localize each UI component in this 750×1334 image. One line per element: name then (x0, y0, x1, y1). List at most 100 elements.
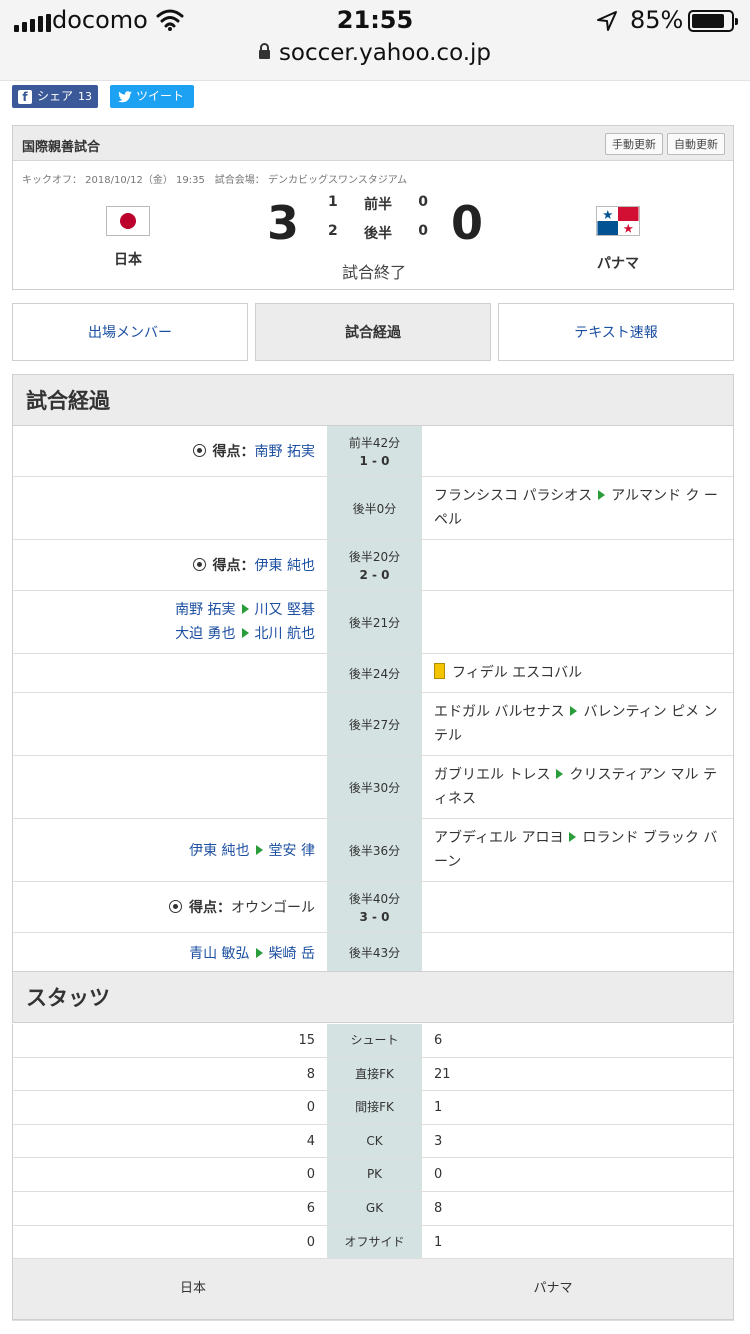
goal-label: 得点： (212, 558, 255, 574)
address-bar[interactable]: soccer.yahoo.co.jp (0, 40, 750, 66)
timeline-away-event: アブディエル アロヨ ロランド ブラック バーン (422, 819, 733, 881)
first-half-score: 1 前半 0 (328, 194, 428, 214)
timeline-home-event: 得点：伊東 純也 (13, 540, 327, 590)
stat-away-value: 6 (434, 1033, 443, 1048)
second-half-away: 0 (418, 223, 428, 239)
table-row: 後半27分 エドガル バルセナス バレンティン ピメ ンテル (13, 693, 733, 756)
timeline-time-cell: 後半43分 (327, 933, 422, 972)
stat-away-value: 3 (434, 1133, 443, 1149)
tab-text-live[interactable]: テキスト速報 (498, 303, 734, 361)
tab-lineup[interactable]: 出場メンバー (12, 303, 248, 361)
timeline-home-event: 南野 拓実 川又 堅碁 大迫 勇也 北川 航也 (13, 591, 327, 653)
timeline-home-event: 青山 敏弘 柴崎 岳 (13, 933, 327, 972)
stats-footer-away: パナマ (533, 1281, 573, 1297)
table-row: 後半24分 フィデル エスコバル (13, 654, 733, 693)
stat-away-value: 1 (434, 1234, 443, 1250)
goal-label: 得点： (212, 444, 255, 460)
substitution-arrow-icon (241, 628, 249, 638)
timeline-away-event (422, 591, 733, 653)
stat-away-value: 1 (434, 1100, 443, 1116)
scoreboard-header: 国際親善試合 手動更新 自動更新 (13, 126, 733, 161)
timeline-home-event: 得点：南野 拓実 (13, 426, 327, 476)
table-row: 得点：南野 拓実 前半42分 1 - 0 (13, 426, 733, 477)
facebook-share-label: シェア (37, 89, 74, 103)
sub-in-player-link[interactable]: 柴崎 岳 (269, 946, 315, 962)
table-row: 6 GK 8 (13, 1191, 733, 1226)
table-row: 4 CK 3 (13, 1124, 733, 1159)
stat-label: オフサイド (327, 1225, 422, 1259)
stat-label: CK (327, 1124, 422, 1158)
sub-out-player: フランシスコ パラシオス (434, 488, 593, 504)
sub-out-player-link[interactable]: 大迫 勇也 (175, 626, 235, 642)
yellow-card-icon (434, 663, 445, 679)
timeline-time-cell: 後半20分 2 - 0 (327, 540, 422, 590)
timeline-home-event (13, 654, 327, 692)
event-time: 後半0分 (352, 501, 397, 516)
sub-in-player-link[interactable]: 北川 航也 (255, 626, 315, 642)
timeline-away-event (422, 426, 733, 476)
table-row: 青山 敏弘 柴崎 岳 後半43分 (13, 933, 733, 972)
timeline-away-event (422, 540, 733, 590)
goal-label: 得点： (189, 900, 231, 916)
url-text: soccer.yahoo.co.jp (278, 40, 492, 66)
table-row: 0 オフサイド 1 (13, 1225, 733, 1260)
first-half-label: 前半 (364, 197, 392, 213)
battery-icon (688, 10, 738, 32)
substitution-arrow-icon (598, 490, 606, 500)
event-time: 後半24分 (348, 666, 401, 681)
timeline-home-event (13, 693, 327, 755)
sub-out-player: ガブリエル トレス (434, 767, 551, 783)
tweet-button[interactable]: ツイート (110, 85, 195, 108)
sub-out-player-link[interactable]: 青山 敏弘 (189, 946, 249, 962)
first-half-home: 1 (328, 194, 338, 210)
table-row: 0 PK 0 (13, 1158, 733, 1192)
substitution-arrow-icon (255, 947, 263, 958)
manual-update-button[interactable]: 手動更新 (605, 133, 663, 155)
second-half-home: 2 (328, 223, 338, 239)
away-team[interactable]: パナマ (583, 206, 653, 273)
event-time: 後半43分 (348, 946, 401, 960)
stat-away-value: 8 (434, 1200, 443, 1216)
goal-scorer-link[interactable]: 伊東 純也 (255, 558, 315, 574)
second-half-score: 2 後半 0 (328, 223, 428, 243)
sub-out-player-link[interactable]: 南野 拓実 (175, 602, 235, 618)
sub-in-player-link[interactable]: 堂安 律 (269, 843, 315, 859)
table-row: 15 シュート 6 (13, 1024, 733, 1058)
event-time: 後半27分 (348, 717, 401, 732)
table-row: 得点：オウンゴール 後半40分 3 - 0 (13, 882, 733, 933)
timeline-table: 得点：南野 拓実 前半42分 1 - 0 後半0分 フランシスコ パラシオス アル… (12, 426, 734, 973)
kickoff-info: キックオフ： 2018/10/12（金） 19:35 試合会場： デンカビッグス… (22, 175, 408, 186)
facebook-share-button[interactable]: f シェア 13 (12, 85, 99, 108)
sub-out-player-link[interactable]: 伊東 純也 (189, 843, 249, 859)
away-score: 0 (451, 196, 484, 250)
timeline-heading: 試合経過 (12, 374, 734, 426)
timeline-time-cell: 後半21分 (327, 591, 422, 653)
timeline-away-event (422, 933, 733, 972)
match-tabs: 出場メンバー 試合経過 テキスト速報 (12, 303, 734, 361)
auto-update-button[interactable]: 自動更新 (667, 133, 725, 155)
sub-in-player-link[interactable]: 川又 堅碁 (255, 602, 315, 618)
table-row: 8 直接FK 21 (13, 1057, 733, 1092)
first-half-away: 0 (418, 194, 428, 210)
stat-home-value: 8 (306, 1066, 315, 1082)
timeline-time-cell: 前半42分 1 - 0 (327, 426, 422, 476)
share-row: f シェア 13 ツイート (12, 85, 195, 108)
goal-scorer-link[interactable]: 南野 拓実 (255, 444, 315, 460)
stat-away-value: 21 (434, 1066, 451, 1082)
event-score: 3 - 0 (359, 910, 390, 924)
event-score: 1 - 0 (359, 454, 390, 468)
substitution-arrow-icon (255, 845, 263, 855)
event-time: 後半20分 (348, 550, 401, 564)
stat-away-value: 0 (434, 1167, 443, 1183)
battery-fill (692, 14, 724, 28)
stat-home-value: 0 (306, 1234, 315, 1250)
battery-percent: 85% (630, 6, 684, 34)
stat-label: GK (327, 1191, 422, 1225)
timeline-time-cell: 後半30分 (327, 756, 422, 818)
stat-home-value: 6 (306, 1200, 315, 1216)
substitution-arrow-icon (569, 832, 577, 842)
soccer-ball-icon (192, 558, 206, 571)
japan-flag-icon (106, 206, 150, 236)
stats-table: 15 シュート 6 8 直接FK 21 0 間接FK 1 4 CK 3 0 PK… (12, 1024, 734, 1321)
tab-timeline[interactable]: 試合経過 (255, 303, 491, 361)
